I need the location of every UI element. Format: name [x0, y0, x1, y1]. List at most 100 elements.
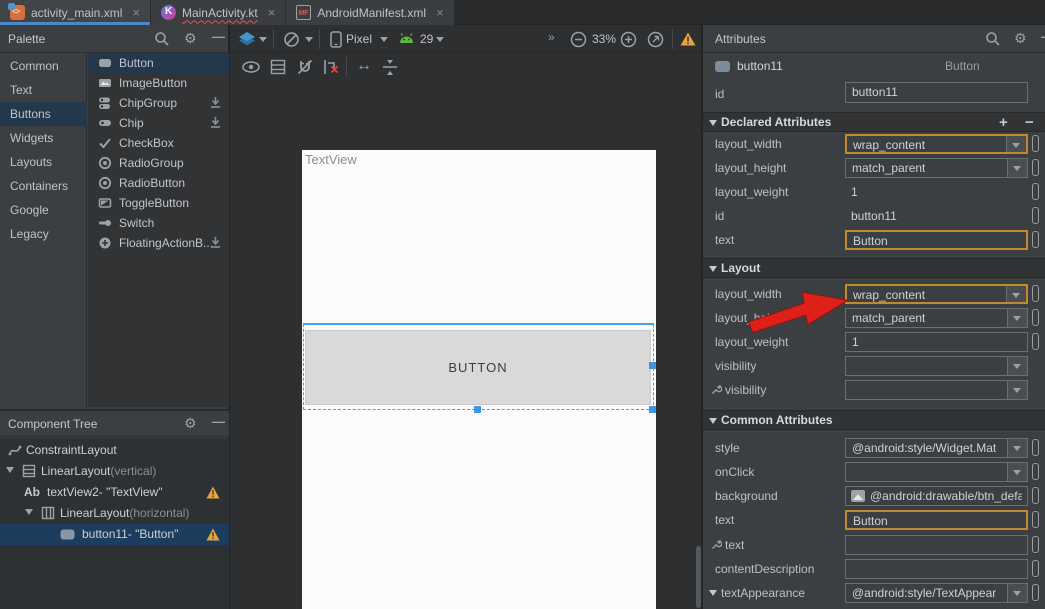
tools-attribute-toggle-icon[interactable] — [1032, 439, 1039, 456]
collapse-arrow-icon[interactable] — [709, 120, 717, 126]
chevron-down-icon[interactable] — [1007, 584, 1027, 602]
tools-attribute-toggle-icon[interactable] — [1032, 333, 1039, 350]
text-input[interactable]: Button — [845, 510, 1028, 530]
palette-item-radiogroup[interactable]: RadioGroup — [88, 153, 229, 173]
category-buttons[interactable]: Buttons — [0, 102, 87, 126]
palette-item-checkbox[interactable]: CheckBox — [88, 133, 229, 153]
chevron-down-icon[interactable] — [1007, 463, 1027, 481]
gear-icon[interactable]: ⚙ — [184, 30, 200, 46]
gear-icon[interactable]: ⚙ — [1014, 30, 1030, 46]
layout-section-header[interactable]: Layout — [703, 258, 1045, 278]
view-options-eye-icon[interactable] — [242, 61, 260, 73]
layout-weight-input[interactable]: 1 — [845, 332, 1028, 352]
category-legacy[interactable]: Legacy — [0, 222, 87, 246]
tab-androidmanifest-xml[interactable]: AndroidManifest.xml × — [286, 0, 454, 25]
api-level-selector[interactable]: 29 — [420, 32, 433, 46]
tree-node-button11[interactable]: button11- "Button" — [0, 524, 229, 545]
zoom-to-fit-icon[interactable] — [647, 31, 664, 48]
search-icon[interactable] — [154, 31, 170, 47]
attr-value[interactable]: 1 — [851, 185, 858, 199]
palette-item-button[interactable]: Button — [88, 53, 229, 73]
category-widgets[interactable]: Widgets — [0, 126, 87, 150]
tree-node-textview2[interactable]: Ab textView2- "TextView" — [0, 482, 229, 503]
declared-attributes-section-header[interactable]: Declared Attributes + − — [703, 112, 1045, 132]
chevron-down-icon[interactable] — [1007, 381, 1027, 399]
layout-width-combo[interactable]: wrap_content — [845, 284, 1028, 304]
layout-width-combo[interactable]: wrap_content — [845, 134, 1028, 154]
zoom-out-icon[interactable] — [570, 31, 587, 48]
close-icon[interactable]: × — [268, 5, 276, 20]
close-icon[interactable]: × — [436, 5, 444, 20]
collapse-arrow-icon[interactable] — [709, 418, 717, 424]
collapse-arrow-icon[interactable] — [709, 266, 717, 272]
tools-attribute-toggle-icon[interactable] — [1032, 285, 1039, 302]
tools-attribute-toggle-icon[interactable] — [1032, 536, 1039, 553]
warning-icon[interactable] — [206, 486, 220, 499]
canvas-button[interactable]: BUTTON — [305, 330, 651, 405]
warning-icon[interactable] — [206, 528, 220, 541]
chevron-down-icon[interactable] — [380, 37, 388, 42]
collapse-arrow-icon[interactable] — [25, 509, 33, 515]
background-input[interactable]: @android:drawable/btn_defau — [845, 486, 1028, 506]
category-layouts[interactable]: Layouts — [0, 150, 87, 174]
common-attributes-section-header[interactable]: Common Attributes — [703, 410, 1045, 430]
blueprint-layout-icon[interactable] — [270, 59, 286, 75]
tools-attribute-toggle-icon[interactable] — [1032, 511, 1039, 528]
orientation-icon[interactable] — [283, 31, 300, 48]
warnings-icon[interactable] — [680, 32, 696, 46]
layout-height-combo[interactable]: match_parent — [845, 308, 1028, 328]
collapse-arrow-icon[interactable] — [6, 467, 14, 473]
default-margins-icon[interactable] — [382, 58, 398, 76]
chevron-down-icon[interactable] — [1007, 159, 1027, 177]
close-icon[interactable]: × — [132, 5, 140, 20]
palette-item-togglebutton[interactable]: ToggleButton — [88, 193, 229, 213]
search-icon[interactable] — [985, 31, 1001, 47]
canvas-textview[interactable]: TextView — [305, 152, 357, 167]
tools-visibility-combo[interactable] — [845, 380, 1028, 400]
clear-constraints-icon[interactable] — [322, 58, 340, 76]
palette-item-imagebutton[interactable]: ImageButton — [88, 73, 229, 93]
android-api-icon[interactable] — [398, 33, 415, 44]
contentdescription-input[interactable] — [845, 559, 1028, 579]
palette-item-floatingactionbutton[interactable]: FloatingActionB... — [88, 233, 229, 253]
device-canvas[interactable]: TextView BUTTON — [302, 150, 656, 609]
tools-attribute-toggle-icon[interactable] — [1032, 463, 1039, 480]
gear-icon[interactable]: ⚙ — [184, 415, 200, 431]
tools-attribute-toggle-icon[interactable] — [1032, 487, 1039, 504]
tree-node-linearlayout-horizontal[interactable]: LinearLayout(horizontal) — [0, 503, 229, 524]
chevron-down-icon[interactable] — [1007, 357, 1027, 375]
tools-attribute-toggle-icon[interactable] — [1032, 135, 1039, 152]
remove-attribute-icon[interactable]: − — [1025, 114, 1034, 131]
tools-attribute-toggle-icon[interactable] — [1032, 584, 1039, 601]
tools-attribute-toggle-icon[interactable] — [1032, 231, 1039, 248]
tab-mainactivity-kt[interactable]: MainActivity.kt × — [151, 0, 286, 25]
category-containers[interactable]: Containers — [0, 174, 87, 198]
palette-item-chipgroup[interactable]: ChipGroup — [88, 93, 229, 113]
hide-panel-icon[interactable]: — — [212, 414, 228, 430]
category-text[interactable]: Text — [0, 78, 87, 102]
category-google[interactable]: Google — [0, 198, 87, 222]
tools-text-input[interactable] — [845, 535, 1028, 555]
category-common[interactable]: Common — [0, 54, 87, 78]
hide-panel-icon[interactable]: — — [212, 29, 228, 45]
text-input[interactable]: Button — [845, 230, 1028, 250]
chevron-down-icon[interactable] — [1007, 439, 1027, 457]
textappearance-combo[interactable]: @android:style/TextAppear — [845, 583, 1028, 603]
infer-constraints-icon[interactable]: ↔ — [356, 57, 372, 75]
resize-handle-bottom-center[interactable] — [474, 406, 481, 413]
id-input[interactable]: button11 — [845, 82, 1028, 103]
chevron-down-icon[interactable] — [1006, 286, 1026, 302]
palette-item-switch[interactable]: Switch — [88, 213, 229, 233]
attr-value[interactable]: button11 — [851, 209, 897, 223]
tools-attribute-toggle-icon[interactable] — [1032, 207, 1039, 224]
device-phone-icon[interactable] — [330, 31, 342, 48]
toolbar-overflow[interactable]: » — [548, 30, 555, 44]
hide-panel-icon[interactable]: — — [1041, 29, 1045, 45]
chevron-down-icon[interactable] — [1006, 136, 1026, 152]
onclick-combo[interactable] — [845, 462, 1028, 482]
tree-node-linearlayout-vertical[interactable]: LinearLayout(vertical) — [0, 461, 229, 482]
tools-attribute-toggle-icon[interactable] — [1032, 560, 1039, 577]
zoom-in-icon[interactable] — [620, 31, 637, 48]
device-selector[interactable]: Pixel — [346, 32, 372, 46]
add-attribute-icon[interactable]: + — [999, 114, 1008, 131]
